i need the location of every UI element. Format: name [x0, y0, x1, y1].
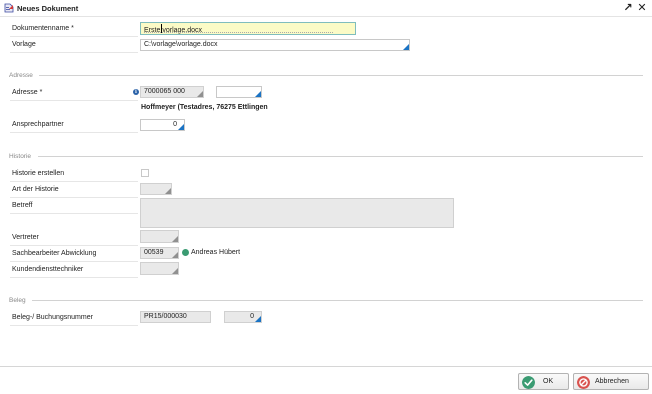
- row-divider: [10, 181, 138, 182]
- row-divider: [10, 132, 138, 133]
- sachbearbeiter-input[interactable]: 00539: [140, 247, 179, 259]
- dropdown-indicator-icon: [255, 91, 261, 97]
- historie-erstellen-label: Historie erstellen: [12, 170, 65, 177]
- dropdown-indicator-icon: [255, 316, 261, 322]
- checkmark-icon: [522, 375, 535, 389]
- section-divider: [38, 156, 643, 157]
- adresse-number-input[interactable]: 7000065 000: [140, 86, 204, 98]
- cancel-icon: [577, 375, 590, 389]
- title-bar: Neues Dokument ↗ ✕: [0, 0, 652, 17]
- adresse-label: Adresse *: [12, 89, 43, 96]
- expand-icon[interactable]: ↗: [621, 1, 635, 15]
- ok-button-label: OK: [543, 378, 554, 385]
- row-divider: [10, 277, 138, 278]
- info-icon[interactable]: i: [133, 89, 139, 95]
- row-divider: [10, 36, 138, 37]
- ansprechpartner-input[interactable]: 0: [140, 119, 185, 131]
- field-underline: [144, 32, 333, 33]
- section-title-historie: Historie: [9, 153, 32, 160]
- status-online-icon: [182, 249, 189, 256]
- ansprechpartner-label: Ansprechpartner: [12, 121, 64, 128]
- row-divider: [10, 213, 138, 214]
- row-divider: [10, 100, 138, 101]
- sachbearbeiter-name: Andreas Hübert: [191, 249, 241, 256]
- sachbearbeiter-label: Sachbearbeiter Abwicklung: [12, 250, 97, 257]
- row-divider: [10, 245, 138, 246]
- dropdown-indicator-icon: [403, 44, 409, 50]
- section-divider: [32, 300, 643, 301]
- dropdown-indicator-icon: [165, 188, 171, 194]
- row-divider: [10, 261, 138, 262]
- row-divider: [10, 197, 138, 198]
- kundendiensttechniker-label: Kundendiensttechniker: [12, 266, 84, 273]
- dropdown-indicator-icon: [197, 91, 203, 97]
- section-title-beleg: Beleg: [9, 297, 26, 304]
- belegposition-input[interactable]: 0: [224, 311, 262, 323]
- close-icon[interactable]: ✕: [635, 1, 649, 15]
- betreff-label: Betreff: [12, 202, 33, 209]
- vertreter-select[interactable]: [140, 230, 179, 243]
- document-app-icon: [4, 3, 14, 13]
- cancel-button-label: Abbrechen: [595, 378, 629, 385]
- vorlage-label: Vorlage: [12, 41, 36, 48]
- dropdown-indicator-icon: [172, 236, 178, 242]
- dropdown-indicator-icon: [172, 268, 178, 274]
- kundendiensttechniker-select[interactable]: [140, 262, 179, 275]
- row-divider: [10, 325, 138, 326]
- vorlage-select[interactable]: C:\vorlage\vorlage.docx: [140, 39, 410, 51]
- dropdown-indicator-icon: [172, 252, 178, 258]
- cancel-button[interactable]: Abbrechen: [573, 373, 649, 390]
- belegnummer-input[interactable]: PR15/000030: [140, 311, 211, 323]
- row-divider: [10, 52, 138, 53]
- dropdown-indicator-icon: [178, 124, 184, 130]
- dokumentenname-label: Dokumentenname *: [12, 25, 74, 32]
- adresse-extra-input[interactable]: [216, 86, 262, 98]
- historie-erstellen-checkbox[interactable]: [141, 169, 149, 177]
- betreff-textarea[interactable]: [140, 198, 454, 228]
- dialog-footer: OK Abbrechen: [0, 366, 652, 394]
- art-der-historie-label: Art der Historie: [12, 186, 59, 193]
- ok-button[interactable]: OK: [518, 373, 569, 390]
- vertreter-label: Vertreter: [12, 234, 39, 241]
- art-der-historie-select[interactable]: [140, 183, 172, 195]
- section-divider: [39, 75, 643, 76]
- window-title: Neues Dokument: [17, 4, 79, 13]
- belegnummer-label: Beleg-/ Buchungsnummer: [12, 314, 93, 321]
- address-text: Hoffmeyer (Testadres, 76275 Ettlingen: [141, 104, 268, 111]
- dokumentenname-input[interactable]: Erste vorlage.docx: [140, 22, 356, 35]
- section-title-adresse: Adresse: [9, 72, 33, 79]
